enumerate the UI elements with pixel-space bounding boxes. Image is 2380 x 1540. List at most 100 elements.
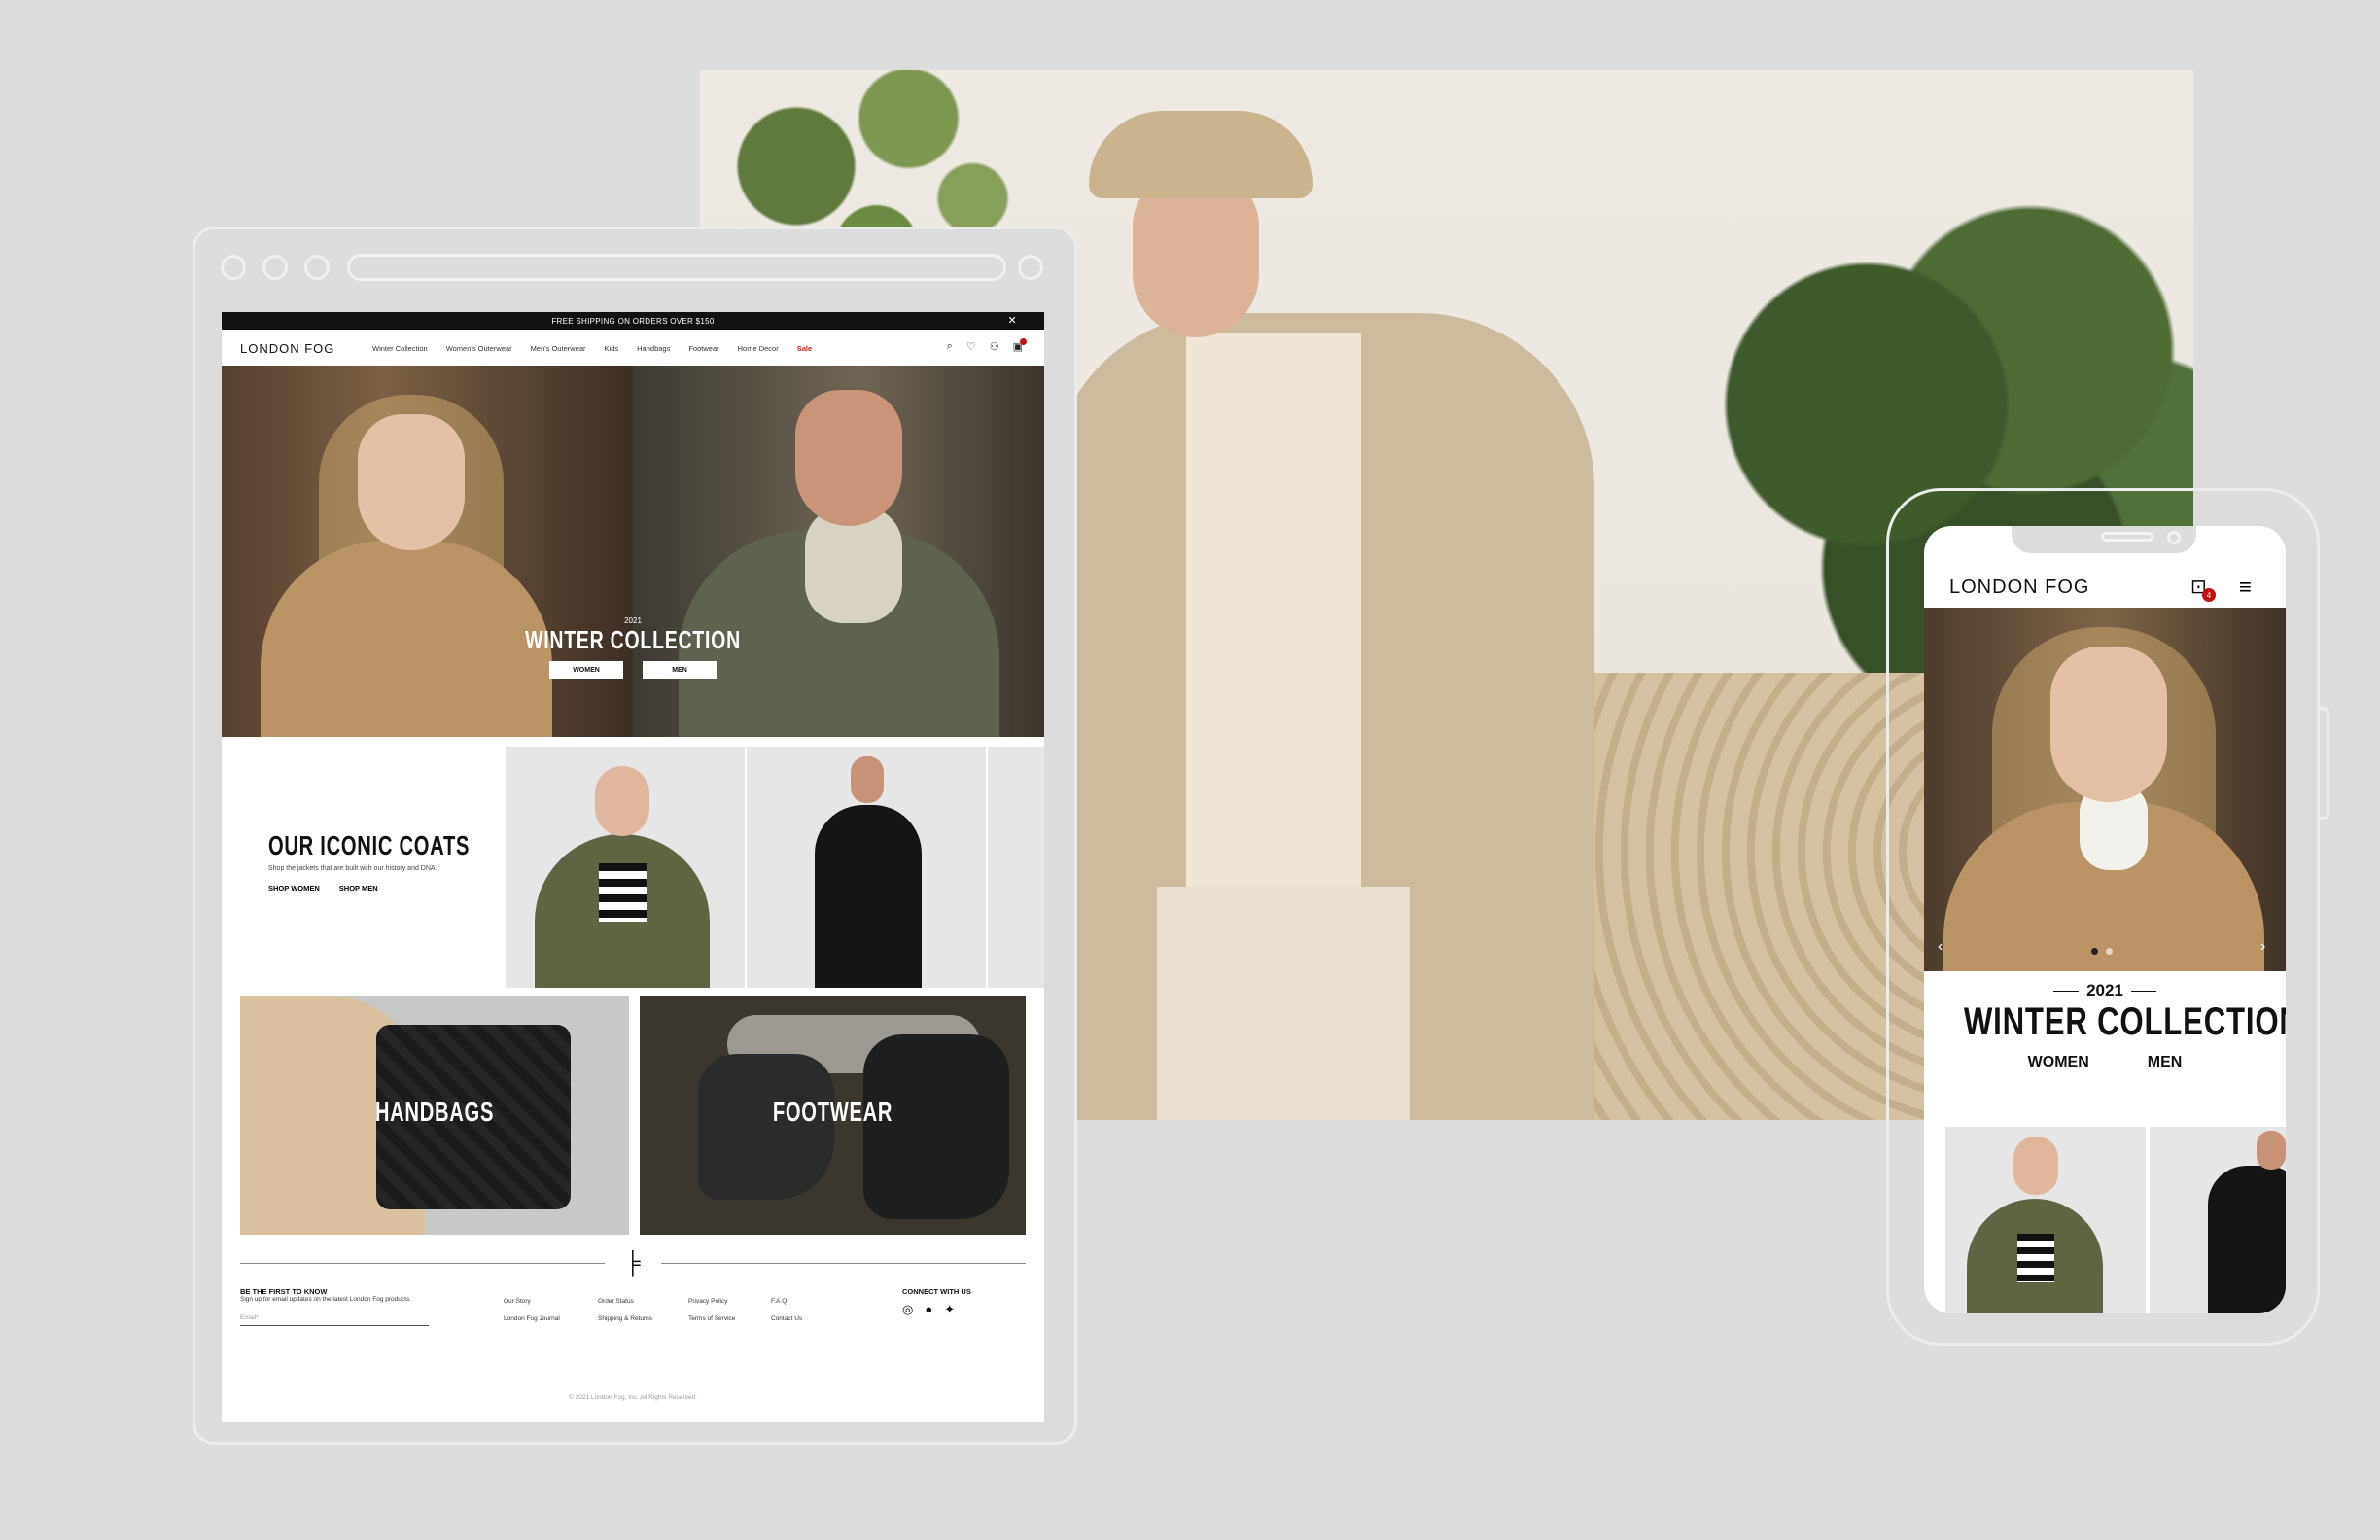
user-icon[interactable]: ⚇ (990, 340, 999, 353)
nav-item-home-decor[interactable]: Home Decor (738, 344, 779, 353)
hero-model-face (2050, 647, 2167, 802)
divider-line (240, 1263, 605, 1264)
carousel-dot[interactable] (2091, 948, 2098, 955)
mobile-product-row (1945, 1127, 2286, 1313)
footer-link[interactable]: London Fog Journal (504, 1311, 560, 1328)
address-bar[interactable] (347, 254, 1006, 281)
promo-banner: FREE SHIPPING ON ORDERS OVER $150 ✕ (222, 312, 1044, 330)
footer-links-col: Privacy Policy Terms of Service (688, 1293, 735, 1328)
mobile-navigation: LONDON FOG ⊡ 4 ≡ (1924, 565, 2286, 606)
hero-year: 2021 (1924, 981, 2286, 1000)
divider-line (661, 1263, 1026, 1264)
product-card[interactable] (988, 747, 1044, 988)
facebook-icon[interactable]: ● (925, 1302, 932, 1317)
shop-women-link[interactable]: SHOP WOMEN (268, 884, 320, 892)
social-links: CONNECT WITH US ◎ ● ✦ (902, 1287, 971, 1317)
newsletter-signup: BE THE FIRST TO KNOW Sign up for email u… (240, 1287, 435, 1326)
mobile-hero-carousel[interactable]: ‹ › (1924, 608, 2286, 971)
category-tile-footwear[interactable]: FOOTWEAR (640, 996, 1026, 1235)
hero-banner: 2021 WINTER COLLECTION WOMEN MEN (222, 366, 1044, 737)
product-image-coat (815, 805, 922, 988)
product-card[interactable] (1945, 1127, 2146, 1313)
product-image-coat (2208, 1166, 2286, 1313)
chevron-right-icon[interactable]: › (2260, 938, 2265, 956)
nav-icons: ⌕ ♡ ⚇ ▣ (947, 338, 1027, 353)
window-control-dot (262, 255, 288, 280)
promo-text: FREE SHIPPING ON ORDERS OVER $150 (551, 316, 715, 326)
nav-item-mens-outerwear[interactable]: Men's Outerwear (531, 344, 586, 353)
category-tiles: HANDBAGS FOOTWEAR (222, 990, 1044, 1242)
photo-cap (1089, 111, 1312, 198)
category-tile-handbags[interactable]: HANDBAGS (240, 996, 629, 1235)
window-control-dot (221, 255, 246, 280)
category-label: FOOTWEAR (772, 1097, 893, 1127)
shop-men-button[interactable]: MEN (643, 661, 717, 679)
mobile-phone-mockup: LONDON FOG ⊡ 4 ≡ ‹ › 2021 WINTER COLLECT… (1886, 488, 2329, 1346)
category-label: HANDBAGS (374, 1097, 495, 1127)
newsletter-heading: BE THE FIRST TO KNOW (240, 1287, 328, 1296)
footer-link[interactable]: Order Status (598, 1293, 652, 1311)
connect-heading: CONNECT WITH US (902, 1287, 971, 1296)
shop-men-link[interactable]: MEN (2148, 1054, 2183, 1071)
product-image-model (595, 766, 649, 836)
desktop-website: FREE SHIPPING ON ORDERS OVER $150 ✕ LOND… (222, 312, 1044, 1422)
product-image-model (2013, 1137, 2058, 1195)
footer-link[interactable]: F.A.Q. (771, 1293, 802, 1311)
carousel-dots (2091, 948, 2113, 955)
footer-links-col: F.A.Q. Contact Us (771, 1293, 802, 1328)
photo-shirt (1186, 332, 1361, 916)
hero-title: WINTER COLLECTION (525, 625, 741, 654)
main-navigation: LONDON FOG Winter Collection Women's Out… (222, 330, 1044, 366)
close-icon[interactable]: ✕ (1007, 314, 1017, 327)
carousel-dot[interactable] (2106, 948, 2113, 955)
cart-count-badge: 4 (2202, 588, 2216, 602)
hamburger-icon[interactable]: ≡ (2239, 575, 2252, 600)
shop-men-link[interactable]: SHOP MEN (339, 884, 378, 892)
phone-side-button (2317, 707, 2329, 820)
photo-pants (1157, 887, 1410, 1120)
product-card[interactable] (747, 747, 986, 988)
nav-item-kids[interactable]: Kids (605, 344, 619, 353)
footer-link[interactable]: Shipping & Returns (598, 1311, 652, 1328)
nav-item-footwear[interactable]: Footwear (688, 344, 718, 353)
hero-year: 2021 (624, 616, 642, 625)
heart-icon[interactable]: ♡ (966, 340, 976, 353)
phone-speaker (2101, 532, 2153, 542)
search-icon[interactable]: ⌕ (947, 340, 953, 353)
hero-title: WINTER COLLECTION (1963, 1000, 2286, 1043)
hero-text: 2021 WINTER COLLECTION WOMEN MEN (222, 616, 1044, 679)
email-field[interactable]: Email* (240, 1314, 429, 1326)
shop-women-button[interactable]: WOMEN (549, 661, 623, 679)
footer-links-col: Order Status Shipping & Returns (598, 1293, 652, 1328)
instagram-icon[interactable]: ◎ (902, 1302, 913, 1317)
footer-link[interactable]: Contact Us (771, 1311, 802, 1328)
cart-icon[interactable]: ▣ (1013, 338, 1027, 353)
site-logo[interactable]: LONDON FOG (1949, 577, 2089, 599)
footer-link[interactable]: Privacy Policy (688, 1293, 735, 1311)
footer-link[interactable]: Our Story (504, 1293, 560, 1311)
iconic-coats-section: OUR ICONIC COATS Shop the jackets that a… (222, 737, 1044, 990)
twitter-icon[interactable]: ✦ (944, 1302, 955, 1317)
desktop-browser-mockup: FREE SHIPPING ON ORDERS OVER $150 ✕ LOND… (192, 227, 1077, 1445)
chevron-left-icon[interactable]: ‹ (1938, 938, 1942, 956)
hero-model-face (358, 414, 465, 550)
nav-item-handbags[interactable]: Handbags (637, 344, 670, 353)
window-control-dot (304, 255, 330, 280)
copyright-text: © 2021 London Fog, Inc. All Rights Reser… (569, 1394, 697, 1401)
phone-camera (2167, 531, 2181, 544)
shop-women-link[interactable]: WOMEN (2028, 1054, 2089, 1071)
mobile-hero-text: 2021 WINTER COLLECTION WOMEN MEN (1924, 981, 2286, 1071)
newsletter-text: Sign up for email updates on the latest … (240, 1296, 411, 1303)
nav-item-sale[interactable]: Sale (797, 344, 812, 353)
product-card[interactable] (506, 747, 745, 988)
nav-item-winter-collection[interactable]: Winter Collection (372, 344, 428, 353)
product-image-sweater (599, 863, 648, 922)
site-logo[interactable]: LONDON FOG (240, 341, 334, 356)
nav-item-womens-outerwear[interactable]: Women's Outerwear (446, 344, 512, 353)
site-footer: BE THE FIRST TO KNOW Sign up for email u… (222, 1281, 1044, 1401)
footer-divider: ╞ (222, 1242, 1044, 1281)
product-card[interactable] (2150, 1127, 2286, 1313)
brand-mark-icon: ╞ (625, 1250, 641, 1275)
footer-link[interactable]: Terms of Service (688, 1311, 735, 1328)
nav-menu: Winter Collection Women's Outerwear Men'… (372, 344, 830, 353)
